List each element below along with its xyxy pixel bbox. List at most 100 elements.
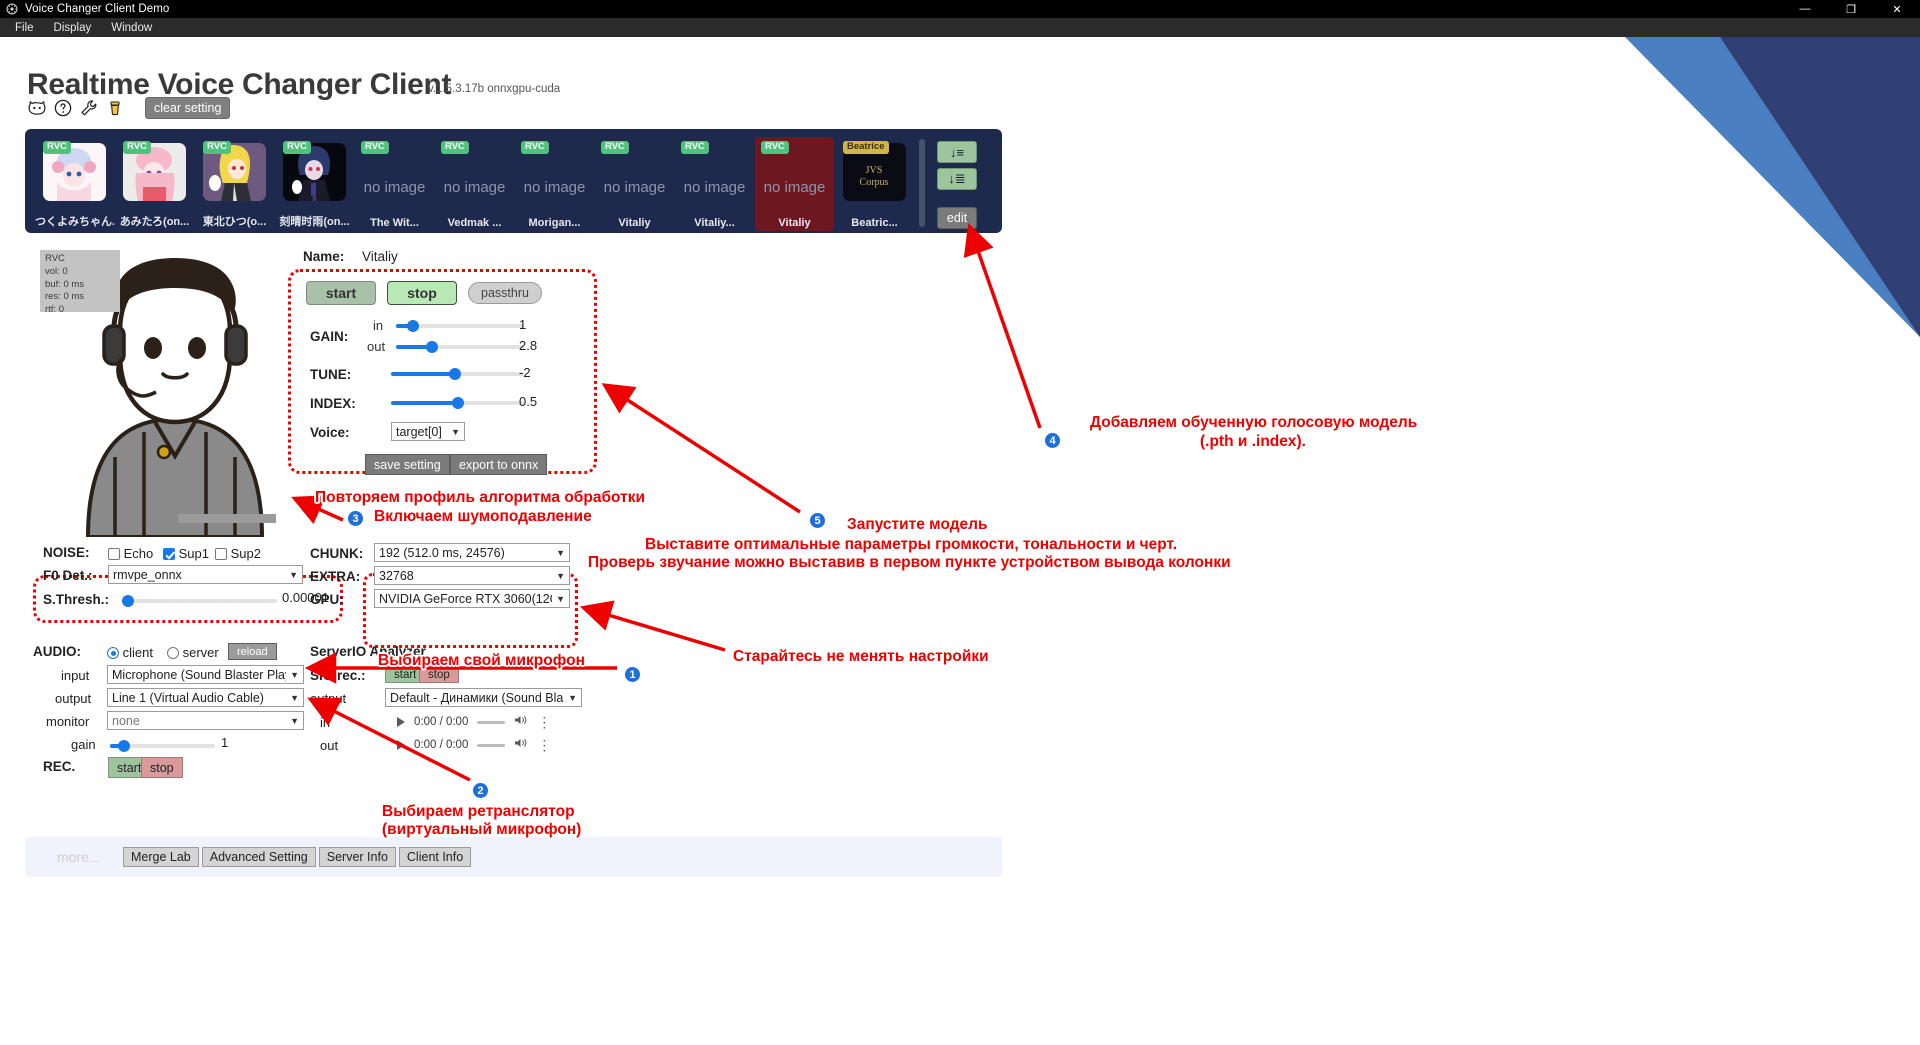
chevron-down-icon: ▼ xyxy=(290,692,299,703)
sort-descending-button[interactable]: ↓≣ xyxy=(937,168,977,190)
gpu-select[interactable]: NVIDIA GeForce RTX 3060(12GB) ▼ xyxy=(374,589,570,608)
audio-input-select[interactable]: Microphone (Sound Blaster Play! ▼ xyxy=(107,665,304,684)
audio-gain-label: gain xyxy=(71,737,96,752)
overflow-menu-icon[interactable]: ⋮ xyxy=(537,714,551,729)
app-page: Realtime Voice Changer Client v.1.5.3.17… xyxy=(0,37,1920,1040)
model-slot[interactable]: RVC 刻晴时雨(on... xyxy=(275,137,354,231)
slot-no-image-label: no image xyxy=(763,179,826,196)
echo-checkbox[interactable]: Echo xyxy=(108,546,153,561)
sup1-checkbox-box[interactable] xyxy=(163,548,175,560)
serverio-in-label: in xyxy=(320,715,331,730)
play-icon[interactable] xyxy=(397,717,405,727)
index-slider[interactable] xyxy=(391,397,524,409)
chunk-select[interactable]: 192 (512.0 ms, 24576) ▼ xyxy=(374,543,570,562)
slot-strip-scrollbar[interactable] xyxy=(919,139,925,227)
clear-setting-button[interactable]: clear setting xyxy=(145,97,231,119)
close-button[interactable]: ✕ xyxy=(1874,0,1920,18)
model-slot[interactable]: RVC no image Morigan... xyxy=(515,137,594,231)
app-icon xyxy=(6,3,18,15)
gain-out-slider[interactable] xyxy=(396,341,524,353)
tab-server-info[interactable]: Server Info xyxy=(318,847,396,867)
menu-item-window[interactable]: Window xyxy=(102,20,161,36)
status-buf: buf: 0 ms xyxy=(45,278,85,290)
status-overlay: RVC vol: 0 buf: 0 ms res: 0 ms rtf: 0 xyxy=(40,250,120,315)
echo-checkbox-box[interactable] xyxy=(108,548,120,560)
sup2-checkbox[interactable]: Sup2 xyxy=(215,546,261,561)
export-to-onnx-button[interactable]: export to onnx xyxy=(450,454,548,475)
audio-server-radio[interactable]: server xyxy=(167,645,219,660)
model-slot[interactable]: RVC no image Vitaliy xyxy=(595,137,674,231)
audio-reload-button[interactable]: reload xyxy=(228,643,277,660)
serverio-in-player[interactable]: 0:00 / 0:00 ⋮ xyxy=(397,713,551,731)
audio-client-radio[interactable]: client xyxy=(107,645,153,660)
model-slot-selected[interactable]: RVC no image Vitaliy xyxy=(755,137,834,231)
coffee-icon[interactable] xyxy=(105,98,125,118)
tab-advanced-setting[interactable]: Advanced Setting xyxy=(201,847,316,867)
menu-item-file[interactable]: File xyxy=(6,20,43,36)
minimize-button[interactable]: — xyxy=(1782,0,1828,18)
voice-label: Voice: xyxy=(310,425,350,440)
audio-gain-slider[interactable] xyxy=(110,740,215,752)
model-slot[interactable]: RVC no image Vedmak ... xyxy=(435,137,514,231)
sup2-label: Sup2 xyxy=(230,546,261,561)
slot-badge: RVC xyxy=(601,141,629,154)
maximize-button[interactable]: ❐ xyxy=(1828,0,1874,18)
sup2-checkbox-box[interactable] xyxy=(215,548,227,560)
tune-slider[interactable] xyxy=(391,368,524,380)
gain-in-label: in xyxy=(373,318,384,333)
progress-track[interactable] xyxy=(477,743,506,747)
audio-server-radio-dot[interactable] xyxy=(167,647,179,659)
model-slot[interactable]: RVC あみたろ(on... xyxy=(115,137,194,231)
github-icon[interactable] xyxy=(27,98,47,118)
passthru-button[interactable]: passthru xyxy=(468,282,542,304)
menu-item-display[interactable]: Display xyxy=(45,20,101,36)
tab-merge-lab[interactable]: Merge Lab xyxy=(123,847,199,867)
progress-track[interactable] xyxy=(477,720,506,724)
audio-monitor-select[interactable]: none ▼ xyxy=(107,711,304,730)
tab-client-info[interactable]: Client Info xyxy=(398,847,472,867)
silence-threshold-slider[interactable] xyxy=(122,595,277,607)
gain-in-value: 1 xyxy=(519,317,527,332)
gpu-value: NVIDIA GeForce RTX 3060(12GB) xyxy=(379,591,552,606)
serverio-out-player[interactable]: 0:00 / 0:00 ⋮ xyxy=(397,736,551,754)
f0-detector-select[interactable]: rmvpe_onnx ▼ xyxy=(108,565,303,584)
chevron-down-icon: ▼ xyxy=(290,715,299,726)
model-slot[interactable]: RVC つくよみちゃん... xyxy=(35,137,114,231)
edit-models-button[interactable]: edit xyxy=(937,207,977,229)
start-button[interactable]: start xyxy=(306,281,376,305)
voice-select[interactable]: target[0] ▼ xyxy=(391,422,465,441)
rec-stop-button[interactable]: stop xyxy=(141,757,183,778)
audio-gain-value: 1 xyxy=(221,735,229,750)
serverio-out-time: 0:00 / 0:00 xyxy=(414,739,469,751)
model-slot[interactable]: RVC no image The Wit... xyxy=(355,137,434,231)
sio-stop-button[interactable]: stop xyxy=(419,666,459,683)
model-slot[interactable]: RVC no image Vitaliy... xyxy=(675,137,754,231)
audio-client-radio-dot[interactable] xyxy=(107,647,119,659)
gain-out-value: 2.8 xyxy=(519,338,538,353)
slot-badge: RVC xyxy=(43,141,71,154)
extra-select[interactable]: 32768 ▼ xyxy=(374,566,570,585)
gain-in-slider[interactable] xyxy=(396,320,524,332)
help-icon[interactable] xyxy=(53,98,73,118)
serverio-output-select[interactable]: Default - Динамики (Sound Blaste ▼ xyxy=(385,688,582,707)
save-setting-button[interactable]: save setting xyxy=(365,454,450,475)
slot-badge: RVC xyxy=(361,141,389,154)
index-label: INDEX: xyxy=(310,396,356,411)
rec-label: REC. xyxy=(43,759,76,774)
sup1-checkbox[interactable]: Sup1 xyxy=(163,546,209,561)
volume-icon[interactable] xyxy=(514,713,528,731)
chevron-down-icon: ▼ xyxy=(556,593,565,604)
wrench-icon[interactable] xyxy=(79,98,99,118)
play-icon[interactable] xyxy=(397,740,405,750)
model-slot[interactable]: Beatrice JVS Corpus Beatric... xyxy=(835,137,914,231)
audio-output-select[interactable]: Line 1 (Virtual Audio Cable) ▼ xyxy=(107,688,304,707)
more-label[interactable]: more... xyxy=(57,849,101,865)
tune-value: -2 xyxy=(519,365,531,380)
volume-icon[interactable] xyxy=(514,736,528,754)
overflow-menu-icon[interactable]: ⋮ xyxy=(537,737,551,752)
sort-ascending-button[interactable]: ↓≡ xyxy=(937,141,977,163)
audio-server-label: server xyxy=(182,645,219,660)
stop-button[interactable]: stop xyxy=(387,281,457,305)
model-slot[interactable]: RVC 東北ひつ(o... xyxy=(195,137,274,231)
main-control-panel: start stop passthru GAIN: in 1 out 2.8 T… xyxy=(288,269,597,475)
